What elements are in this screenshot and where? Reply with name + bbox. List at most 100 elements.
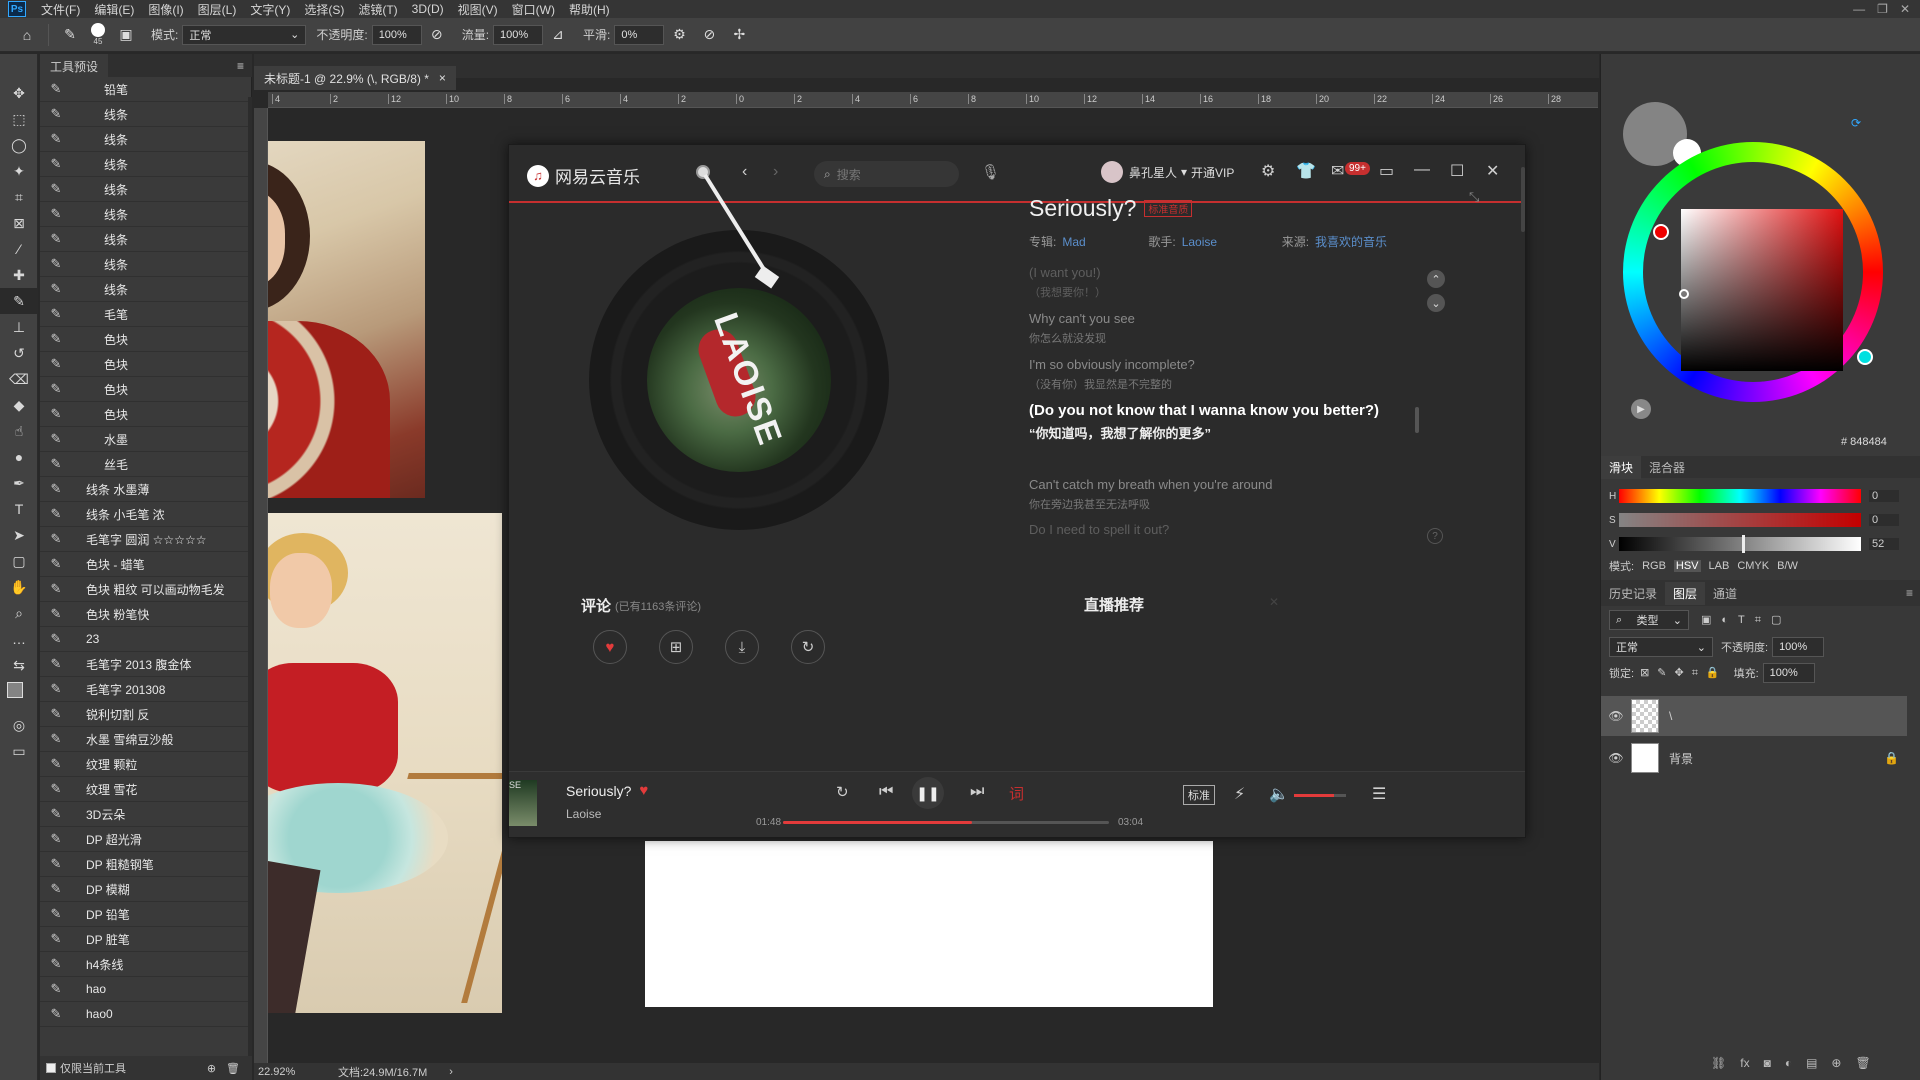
preset-item[interactable]: ✎ h4条线 xyxy=(40,952,251,977)
status-arrow-icon[interactable]: › xyxy=(449,1066,453,1078)
preset-item[interactable]: ✎ 3D云朵 xyxy=(40,802,251,827)
preset-item[interactable]: ✎ 色块 粗纹 可以画动物毛发 xyxy=(40,577,251,602)
adjustment-icon[interactable]: ◐ xyxy=(1785,1056,1792,1070)
microphone-icon[interactable]: 🎙 xyxy=(981,163,1000,181)
tab-channels[interactable]: 通道 xyxy=(1705,582,1745,605)
healing-brush-icon[interactable]: ✚ xyxy=(0,262,38,288)
shape-tool-icon[interactable]: ▢ xyxy=(0,548,38,574)
type-tool-icon[interactable]: T xyxy=(0,496,38,522)
mode-select[interactable]: 正常 ⌄ xyxy=(182,24,307,45)
white-canvas-document[interactable] xyxy=(645,841,1213,1007)
skin-shirt-icon[interactable]: 👕 xyxy=(1296,161,1316,181)
preset-item[interactable]: ✎ hao xyxy=(40,977,251,1002)
gear-icon[interactable]: ⚙ xyxy=(668,24,690,46)
saturation-value[interactable]: 0 xyxy=(1869,514,1899,526)
lyrics-scroll-up-icon[interactable]: ⌃ xyxy=(1427,270,1445,288)
download-button[interactable]: ⤓ xyxy=(725,630,759,664)
previous-track-icon[interactable]: ⏮ xyxy=(879,783,893,801)
user-profile[interactable]: 鼻孔星人 ▾ 开通VIP xyxy=(1101,161,1234,183)
move-tool-icon[interactable]: ✥ xyxy=(0,80,38,106)
opacity-input[interactable]: 100% xyxy=(371,24,422,45)
trash-icon[interactable]: 🗑 xyxy=(1855,1056,1870,1070)
lyrics-toggle-icon[interactable]: 词 xyxy=(1009,783,1024,804)
preset-item[interactable]: ✎ 纹理 颗粒 xyxy=(40,752,251,777)
preset-item[interactable]: ✎ 水墨 xyxy=(40,427,251,452)
preset-item[interactable]: ✎ hao0 xyxy=(40,1002,251,1027)
source-link[interactable]: 我喜欢的音乐 xyxy=(1315,233,1387,250)
preset-item[interactable]: ✎ 纹理 雪花 xyxy=(40,777,251,802)
preset-item[interactable]: ✎ 毛笔字 圆润 ☆☆☆☆☆ xyxy=(40,527,251,552)
add-to-playlist-button[interactable]: ⊞ xyxy=(659,630,693,664)
loop-mode-icon[interactable]: ↻ xyxy=(836,783,849,801)
preset-item[interactable]: ✎ 铅笔 xyxy=(40,77,251,102)
menu-window[interactable]: 窗口(W) xyxy=(505,1,562,18)
saturation-slider[interactable] xyxy=(1619,513,1861,527)
minimize-icon[interactable]: — xyxy=(1853,2,1865,16)
mask-icon[interactable]: ◙ xyxy=(1764,1056,1771,1070)
pause-button[interactable]: ❚❚ xyxy=(912,777,944,809)
menu-select[interactable]: 选择(S) xyxy=(297,1,351,18)
preset-item[interactable]: ✎ 线条 xyxy=(40,102,251,127)
mini-cover[interactable]: SE xyxy=(509,780,537,826)
sound-effect-icon[interactable]: ⚡ xyxy=(1234,784,1245,804)
preset-item[interactable]: ✎ 线条 水墨薄 xyxy=(40,477,251,502)
layer-filter-icons[interactable]: ▣◐T⌗▢ xyxy=(1701,613,1791,627)
mail-icon[interactable]: ✉ xyxy=(1331,161,1344,181)
close-icon[interactable]: ✕ xyxy=(1486,161,1499,181)
hue-slider[interactable] xyxy=(1619,489,1861,503)
minimize-icon[interactable]: — xyxy=(1414,161,1430,179)
hex-value[interactable]: # 848484 xyxy=(1841,436,1887,448)
scrollbar[interactable] xyxy=(248,97,252,1057)
preset-item[interactable]: ✎ 丝毛 xyxy=(40,452,251,477)
now-playing-artist[interactable]: Laoise xyxy=(566,807,601,821)
brush-size-picker[interactable]: 45 xyxy=(91,23,105,46)
color-swatches[interactable] xyxy=(0,678,37,712)
smudge-icon[interactable]: ☝ xyxy=(0,418,38,444)
quick-mask-icon[interactable]: ◎ xyxy=(0,712,38,738)
mode-hsv[interactable]: HSV xyxy=(1673,560,1701,572)
menu-layer[interactable]: 图层(L) xyxy=(191,1,244,18)
lock-icons[interactable]: ⊠✎✥⌗🔒 xyxy=(1640,666,1728,680)
eye-icon[interactable]: 👁 xyxy=(1601,751,1631,765)
preset-item[interactable]: ✎ 线条 xyxy=(40,227,251,252)
now-playing-title[interactable]: Seriously? xyxy=(566,783,631,799)
hue-value[interactable]: 0 xyxy=(1869,490,1899,502)
volume-icon[interactable]: 🔈 xyxy=(1269,784,1289,804)
value-slider-handle[interactable] xyxy=(1742,535,1745,553)
fill-input[interactable]: 100% xyxy=(1762,663,1815,683)
tab-tool-presets[interactable]: 工具预设 xyxy=(40,54,109,77)
menu-filter[interactable]: 滤镜(T) xyxy=(351,1,404,18)
heart-icon[interactable]: ♥ xyxy=(639,782,648,799)
preset-item[interactable]: ✎ 色块 粉笔快 xyxy=(40,602,251,627)
zoom-level[interactable]: 22.92% xyxy=(258,1066,328,1078)
preset-item[interactable]: ✎ 线条 xyxy=(40,152,251,177)
frame-tool-icon[interactable]: ⊠ xyxy=(0,210,38,236)
help-icon[interactable]: ? xyxy=(1427,528,1443,544)
document-tab[interactable]: 未标题-1 @ 22.9% (\, RGB/8) * × xyxy=(254,66,456,90)
preset-item[interactable]: ✎ 线条 xyxy=(40,127,251,152)
lyrics-scrollbar[interactable] xyxy=(1415,407,1419,433)
pressure-opacity-icon[interactable]: ⊘ xyxy=(426,24,448,46)
eraser-icon[interactable]: ⌫ xyxy=(0,366,38,392)
music-logo[interactable]: ♫ 网易云音乐 xyxy=(527,163,640,188)
layer-filter-select[interactable]: ⌕ 类型 ⌄ xyxy=(1609,610,1689,630)
mini-mode-icon[interactable]: ▭ xyxy=(1379,161,1394,181)
playlist-icon[interactable]: ☰ xyxy=(1372,784,1386,804)
mode-lab[interactable]: LAB xyxy=(1709,560,1730,572)
close-tab-icon[interactable]: × xyxy=(439,71,446,85)
pen-tool-icon[interactable]: ✒ xyxy=(0,470,38,496)
reference-photo-pinup[interactable] xyxy=(268,513,502,1013)
smoothing-input[interactable]: 0% xyxy=(614,24,665,45)
preset-item[interactable]: ✎ DP 铅笔 xyxy=(40,902,251,927)
preset-item[interactable]: ✎ 色块 - 蜡笔 xyxy=(40,552,251,577)
like-button[interactable]: ♥ xyxy=(593,630,627,664)
eyedropper-icon[interactable]: ⁄ xyxy=(0,236,38,262)
hand-tool-icon[interactable]: ✋ xyxy=(0,574,38,600)
preset-item[interactable]: ✎ 锐利切割 反 xyxy=(40,702,251,727)
marquee-tool-icon[interactable]: ⬚ xyxy=(0,106,38,132)
window-scrollbar[interactable] xyxy=(1521,167,1525,232)
swap-colors-icon[interactable]: ⇆ xyxy=(0,652,38,678)
saturation-value-square[interactable] xyxy=(1681,209,1843,371)
color-picker-handle[interactable] xyxy=(1679,289,1689,299)
complement-handle[interactable] xyxy=(1857,349,1873,365)
